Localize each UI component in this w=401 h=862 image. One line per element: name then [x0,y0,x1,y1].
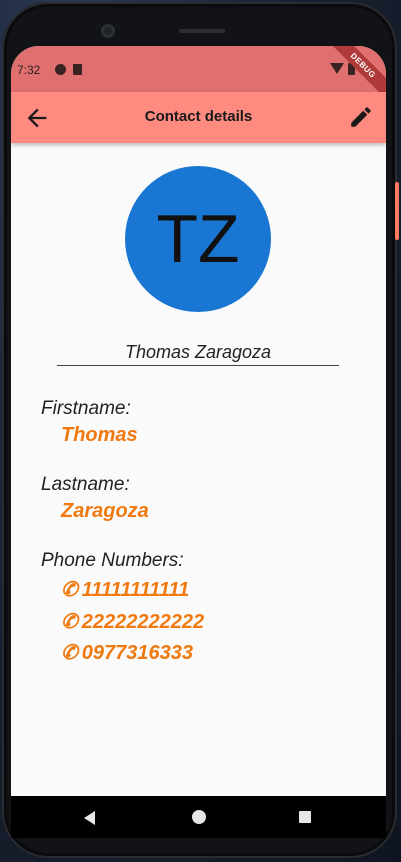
firstname-label: Firstname: [41,398,131,419]
avatar: TZ [125,166,271,312]
front-camera [101,24,115,38]
firstname-value: Thomas [61,424,138,446]
phone-number: 22222222222 [81,611,205,633]
system-nav-bar [11,796,386,838]
nav-back-icon[interactable] [84,811,95,825]
phone-number-item[interactable]: ✆ 0977316333 [61,640,193,665]
wifi-icon [330,63,344,74]
phone-number-item[interactable]: ✆ 22222222222 [61,609,204,634]
avatar-initials: TZ [156,201,240,277]
lastname-label: Lastname: [41,474,130,495]
phone-icon: ✆ [61,611,78,633]
nav-recents-icon[interactable] [299,811,311,823]
speaker-grille [179,29,225,33]
full-name-field[interactable]: Thomas Zaragoza [57,342,339,366]
phone-icon: ✆ [61,642,78,664]
notification-icon [55,64,66,75]
edit-pencil-icon [351,107,371,127]
power-button [395,182,399,240]
phone-numbers-label: Phone Numbers: [41,550,184,571]
phone-number: 11111111111 [81,579,190,601]
page-title: Contact details [144,108,253,125]
lastname-value: Zaragoza [61,500,149,522]
phone-number-item[interactable]: ✆ 11111111111 [61,577,189,602]
app-screen: 7:32 DEBUG Contact details TZ Thomas Zar… [11,46,386,796]
status-time: 7:32 [17,63,41,77]
sd-card-icon [73,64,82,75]
app-bar: Contact details [11,92,386,143]
phone-number: 0977316333 [81,642,193,664]
phone-icon: ✆ [61,579,78,601]
edit-button[interactable] [348,104,376,132]
status-bar: 7:32 DEBUG [11,46,386,103]
nav-home-icon[interactable] [192,810,206,824]
